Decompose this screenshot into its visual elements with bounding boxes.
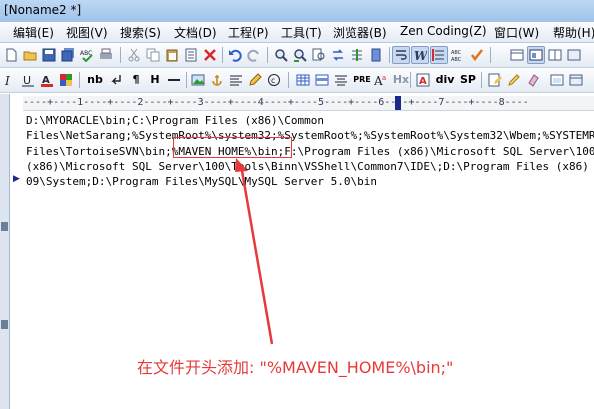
annotation-text: 在文件开头添加: "%MAVEN_HOME%\bin;" bbox=[137, 358, 454, 377]
annotation-arrow bbox=[235, 158, 274, 345]
